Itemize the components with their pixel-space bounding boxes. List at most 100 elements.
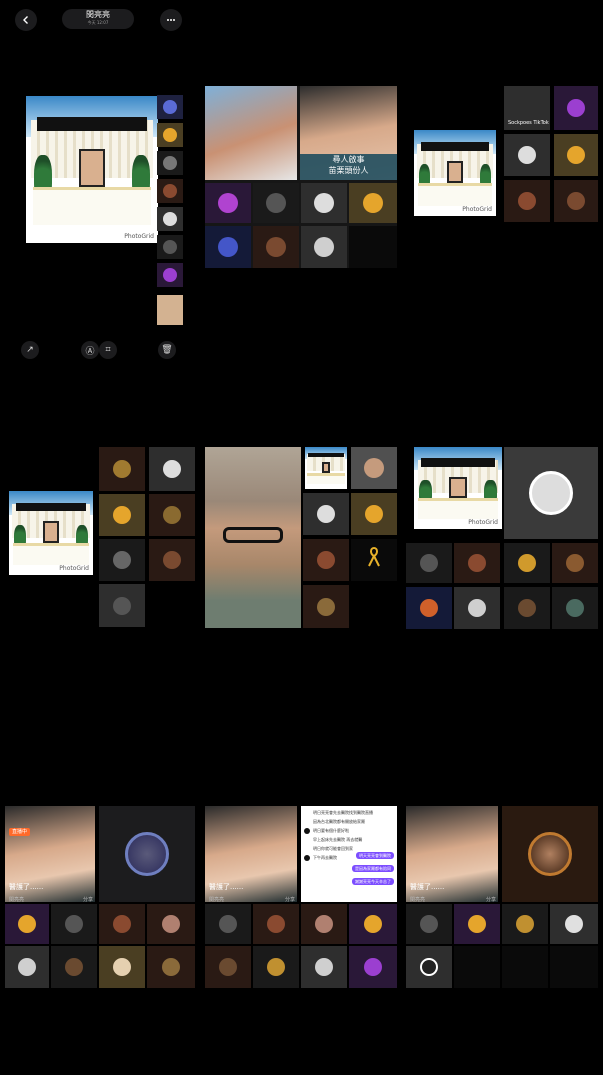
thumbnail[interactable]: [550, 946, 598, 988]
thumbnail[interactable]: [253, 904, 299, 944]
thumbnail[interactable]: [99, 447, 145, 491]
thumbnail[interactable]: [149, 494, 195, 536]
thumbnail-large[interactable]: [502, 806, 598, 902]
thumbnail[interactable]: [554, 134, 598, 176]
thumbnail-strip: [157, 95, 183, 325]
thumbnail[interactable]: [454, 587, 500, 629]
thumbnail[interactable]: [157, 179, 183, 203]
share-label[interactable]: 分享: [83, 896, 93, 903]
thumbnail[interactable]: [205, 226, 251, 268]
thumbnail[interactable]: [349, 946, 397, 988]
back-button[interactable]: [15, 9, 37, 31]
chat-line: 明日要有個什麼好啦: [313, 828, 349, 833]
thumbnail[interactable]: [406, 946, 452, 988]
video-thumbnail[interactable]: 醫護了......: [406, 806, 498, 902]
chat-screenshot[interactable]: 明日亮亮會先去醫院找到醫院直播 因為台北醫院都有開放給家屬 明日要有個什麼好啦 早上起…: [301, 806, 397, 902]
collage-panel-7[interactable]: 直播中 醫護了...... 閔亮亮 分享: [5, 806, 197, 988]
thumbnail[interactable]: [157, 263, 183, 287]
chat-line: 早上起床先去醫院 再去就醫: [313, 837, 363, 842]
thumbnail[interactable]: [454, 543, 500, 583]
collage-panel-3[interactable]: PhotoGrid Sockpoes TikTok: [406, 86, 598, 268]
thumbnail[interactable]: [149, 447, 195, 491]
thumbnail[interactable]: [99, 539, 145, 581]
thumbnail[interactable]: [406, 587, 452, 629]
share-label[interactable]: 分享: [486, 896, 496, 903]
collage-panel-9[interactable]: 醫護了...... 閔亮亮 分享: [406, 806, 598, 988]
thumbnail[interactable]: [406, 543, 452, 583]
collage-panel-2[interactable]: 尋人啟事 苗栗頭份人: [205, 86, 397, 268]
collage-panel-6[interactable]: PhotoGrid: [406, 447, 598, 629]
thumbnail[interactable]: [149, 539, 195, 581]
thumbnail[interactable]: [51, 946, 97, 988]
thumbnail[interactable]: [349, 183, 397, 223]
thumbnail[interactable]: [301, 183, 347, 223]
thumbnail[interactable]: [157, 207, 183, 231]
thumbnail[interactable]: [147, 946, 195, 988]
scan-button[interactable]: ⌗: [99, 341, 117, 359]
thumbnail[interactable]: [351, 493, 397, 535]
thumbnail[interactable]: [502, 946, 548, 988]
thumbnail[interactable]: [301, 226, 347, 268]
thumbnail[interactable]: [5, 904, 49, 944]
thumbnail[interactable]: [253, 183, 299, 223]
live-badge: 直播中: [9, 828, 31, 836]
thumbnail[interactable]: [349, 226, 397, 268]
thumbnail[interactable]: [99, 946, 145, 988]
thumbnail[interactable]: [157, 151, 183, 175]
thumbnail[interactable]: [147, 904, 195, 944]
chat-title[interactable]: 閔亮亮 今天 12:07: [62, 9, 134, 29]
thumbnail[interactable]: [303, 539, 349, 581]
thumbnail[interactable]: [301, 904, 347, 944]
thumbnail[interactable]: [554, 180, 598, 222]
collage-panel-8[interactable]: 醫護了...... 閔亮亮 分享 明日亮亮會先去醫院找到醫院直播 因為台北醫院都有…: [205, 806, 397, 988]
thumbnail[interactable]: [157, 123, 183, 147]
text-recognize-button[interactable]: Ⓐ: [81, 341, 99, 359]
video-thumbnail[interactable]: 醫護了......: [205, 806, 297, 902]
thumbnail-large[interactable]: [99, 806, 195, 902]
collage-panel-4[interactable]: PhotoGrid: [5, 447, 197, 629]
thumbnail[interactable]: [454, 946, 500, 988]
more-button[interactable]: [160, 9, 182, 31]
thumbnail[interactable]: [552, 543, 598, 583]
thumbnail[interactable]: [157, 295, 183, 325]
thumbnail[interactable]: [552, 587, 598, 629]
delete-button[interactable]: 🗑: [158, 341, 176, 359]
collage-panel-5[interactable]: [205, 447, 397, 629]
thumbnail[interactable]: [504, 587, 550, 629]
thumbnail[interactable]: [550, 904, 598, 944]
thumbnail[interactable]: Sockpoes TikTok: [504, 86, 550, 130]
thumbnail[interactable]: [303, 585, 349, 628]
thumbnail[interactable]: [157, 95, 183, 119]
thumbnail[interactable]: [157, 235, 183, 259]
memorial-photo-viewer[interactable]: PhotoGrid: [26, 96, 158, 243]
thumbnail[interactable]: [349, 904, 397, 944]
thumbnail[interactable]: [351, 539, 397, 581]
thumbnail[interactable]: [301, 946, 347, 988]
thumbnail[interactable]: [99, 584, 145, 627]
chat-line: 明日亮亮會先去醫院找到醫院直播: [313, 810, 373, 815]
thumbnail[interactable]: [205, 946, 251, 988]
trash-icon: 🗑: [161, 345, 173, 355]
thumbnail[interactable]: [303, 493, 349, 535]
thumbnail[interactable]: [502, 904, 548, 944]
thumbnail[interactable]: [454, 904, 500, 944]
thumbnail[interactable]: [504, 543, 550, 583]
chat-sent-bubble: 謝謝亮亮今天辛苦了: [352, 878, 394, 885]
thumbnail[interactable]: [99, 904, 145, 944]
share-button[interactable]: ↗: [21, 341, 39, 359]
thumbnail[interactable]: [406, 904, 452, 944]
thumbnail[interactable]: [554, 86, 598, 130]
thumbnail[interactable]: [253, 226, 299, 268]
share-label[interactable]: 分享: [285, 896, 295, 903]
thumbnail[interactable]: [504, 180, 550, 222]
thumbnail[interactable]: [5, 946, 49, 988]
thumbnail[interactable]: [99, 494, 145, 536]
thumbnail[interactable]: [351, 447, 397, 489]
thumbnail[interactable]: [504, 134, 550, 176]
thumbnail[interactable]: [205, 183, 251, 223]
thumbnail-large[interactable]: [504, 447, 598, 539]
video-thumbnail[interactable]: 直播中 醫護了......: [5, 806, 95, 902]
thumbnail[interactable]: [51, 904, 97, 944]
thumbnail[interactable]: [205, 904, 251, 944]
thumbnail[interactable]: [253, 946, 299, 988]
